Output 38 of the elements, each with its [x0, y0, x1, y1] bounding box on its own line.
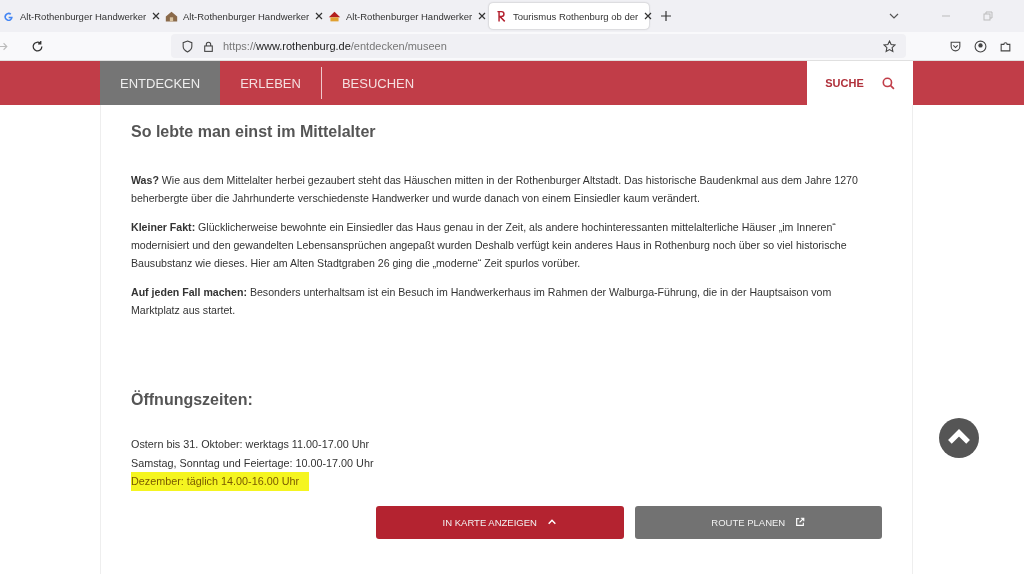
- nav-link[interactable]: BESUCHEN: [321, 61, 435, 105]
- lock-icon: [202, 39, 215, 53]
- opening-hours-line: Ostern bis 31. Oktober: werktags 11.00-17.00 Uhr: [131, 437, 370, 452]
- search-link[interactable]: SUCHE: [825, 77, 864, 89]
- paragraph: Kleiner Fakt: Glücklicherweise bewohnte ein Einsiedler das Haus genau in der Zeit, als andere hochinteressanten mittelalterliche Häuser „im Inneren“ modernisiert und den gewandelten Lebensansprüchen angepaßt wurden Deshalb verfügt kein anderes Haus in Rothenburg noch über so viel historische Bausubstanz wie dieses. Hier am Alten Stadtgraben 26 ging die „moderne“ Zeit spurlos vorüber.: [131, 220, 848, 271]
- close-icon[interactable]: [643, 11, 654, 21]
- show-map-button[interactable]: IN KARTE ANZEIGEN: [376, 505, 624, 539]
- browser-tab[interactable]: Alt-Rothenburger Handwerker: [326, 3, 488, 29]
- pocket-icon[interactable]: [949, 39, 962, 53]
- logo-icon: [495, 9, 508, 23]
- star-icon[interactable]: [883, 39, 896, 53]
- close-icon[interactable]: [477, 11, 488, 21]
- external-link-icon: [795, 517, 806, 527]
- opening-hours-line: Samstag, Sonntag und Feiertage: 10.00-17.00 Uhr: [131, 455, 374, 471]
- browser-tab[interactable]: Alt-Rothenburger Handwerker: [0, 3, 162, 29]
- house-icon: [328, 9, 341, 23]
- search-icon[interactable]: [881, 76, 895, 90]
- paragraph: Was? Wie aus dem Mittelalter herbei gezaubert steht das Häuschen mitten in der Rothenburger Altstadt. Das historische Baudenkmal aus dem Jahre 1270 beherbergte über die Jahrhunderte verschiedenste Handwerker und wurde danach von einem Einsiedler kaum verändert.: [131, 173, 859, 206]
- route-button[interactable]: ROUTE PLANEN: [634, 505, 882, 539]
- browser-tab[interactable]: Tourismus Rothenburg ob der: [489, 3, 649, 29]
- extensions-icon[interactable]: [999, 39, 1012, 53]
- close-icon[interactable]: [151, 11, 162, 21]
- section-heading: So lebte man einst im Mittelalter: [131, 122, 377, 141]
- house-icon: [165, 9, 178, 23]
- account-icon[interactable]: [974, 39, 987, 53]
- reload-icon[interactable]: [31, 39, 44, 53]
- shield-icon: [181, 39, 194, 53]
- chevron-up-icon: [546, 517, 557, 527]
- nav-link[interactable]: ENTDECKEN: [100, 61, 221, 105]
- address-bar[interactable]: https://www.rothenburg.de/entdecken/museen: [171, 34, 906, 58]
- paragraph: Auf jeden Fall machen: Besonders unterhaltsam ist ein Besuch im Handwerkerhaus im Rahmen der Walburga-Führung, die in der Hauptsaison vom Marktplatz aus startet.: [131, 285, 833, 318]
- url-text: https://www.rothenburg.de/entdecken/museen: [223, 40, 447, 52]
- new-tab-icon[interactable]: [660, 10, 672, 22]
- scroll-to-top-button[interactable]: [939, 418, 979, 458]
- browser-tab[interactable]: Alt-Rothenburger Handwerker: [163, 3, 325, 29]
- close-icon[interactable]: [314, 11, 325, 21]
- section-heading: Öffnungszeiten:: [131, 389, 254, 409]
- nav-link[interactable]: ERLEBEN: [220, 61, 321, 105]
